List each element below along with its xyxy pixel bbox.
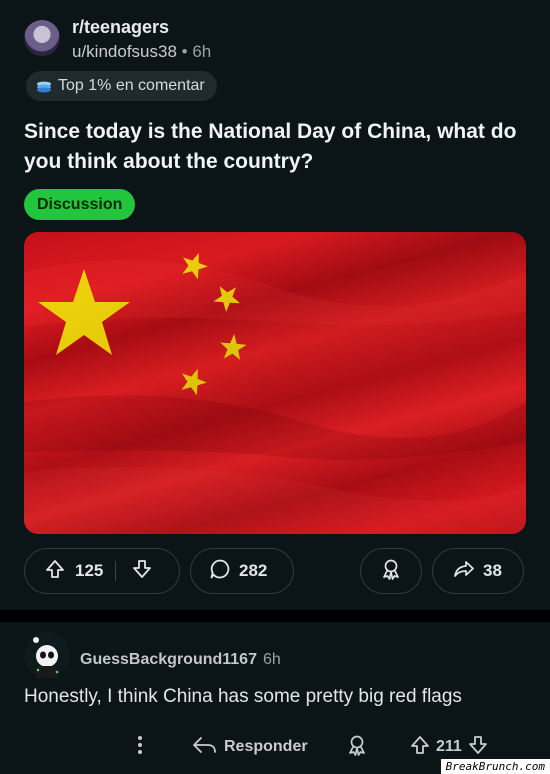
award-icon [380, 558, 402, 585]
upvote-icon[interactable] [410, 735, 430, 760]
post-image[interactable] [24, 232, 526, 534]
post-username[interactable]: u/kindofsus38 [72, 42, 177, 61]
more-options-button[interactable] [136, 732, 144, 762]
comment-actions: Responder 211 [0, 732, 550, 762]
comment-age: 6h [262, 651, 281, 668]
comment-username[interactable]: GuessBackground1167 [80, 651, 257, 668]
post-card: r/teenagers u/kindofsus38 • 6h Top 1% en… [0, 0, 550, 610]
downvote-icon[interactable] [468, 735, 488, 760]
post-actions: 125 282 38 [0, 548, 550, 596]
comment-text: Honestly, I think China has some pretty … [24, 686, 462, 707]
comment: GuessBackground1167 6h Honestly, I think … [0, 622, 550, 774]
comment-avatar[interactable] [24, 632, 70, 678]
share-count: 38 [483, 561, 502, 580]
subreddit-name[interactable]: r/teenagers [72, 17, 169, 38]
community-avatar[interactable] [24, 20, 60, 56]
share-icon [453, 558, 475, 585]
reply-icon [192, 735, 218, 760]
comment-upvote-count: 211 [436, 738, 462, 755]
post-upvote-count: 125 [75, 561, 104, 580]
reply-label: Responder [224, 738, 308, 755]
more-options-icon [136, 734, 144, 761]
comments-button[interactable]: 282 [190, 548, 294, 594]
post-meta: u/kindofsus38 • 6h [72, 42, 211, 62]
comment-meta: GuessBackground1167 6h [80, 651, 281, 669]
comment-icon [209, 558, 231, 585]
achievement-badge-icon [36, 80, 52, 93]
reply-button[interactable]: Responder [192, 732, 308, 762]
upvote-icon[interactable] [45, 559, 65, 584]
vote-divider [115, 561, 117, 581]
achievement-badge[interactable]: Top 1% en comentar [26, 71, 217, 101]
achievement-badge-label: Top 1% en comentar [58, 77, 205, 94]
section-divider [0, 610, 550, 622]
watermark: BreakBrunch.com [440, 759, 550, 774]
post-title[interactable]: Since today is the National Day of China… [24, 117, 524, 177]
downvote-icon[interactable] [132, 559, 152, 584]
vote-control: 125 [24, 548, 180, 594]
share-button[interactable]: 38 [432, 548, 524, 594]
award-icon [346, 734, 368, 761]
comment-vote-control: 211 [410, 732, 488, 762]
meta-separator: • [181, 42, 188, 61]
award-button[interactable] [360, 548, 422, 594]
post-age: 6h [192, 42, 212, 61]
comment-award-button[interactable] [346, 732, 368, 762]
comment-count: 282 [239, 561, 268, 580]
post-flair[interactable]: Discussion [24, 189, 136, 220]
